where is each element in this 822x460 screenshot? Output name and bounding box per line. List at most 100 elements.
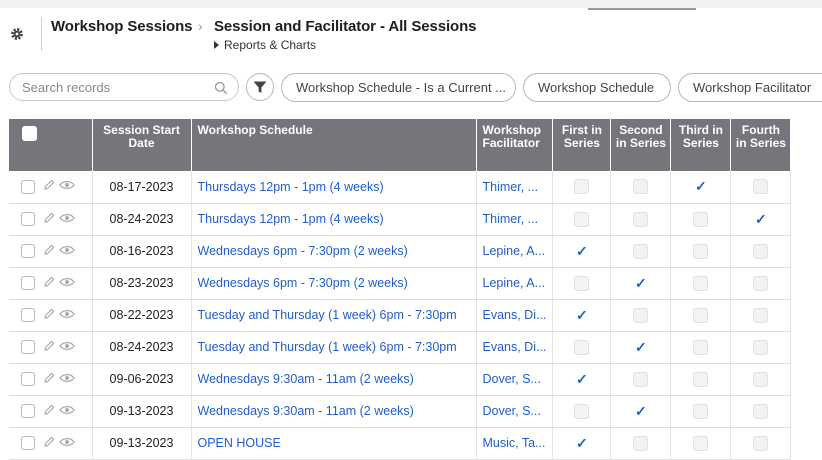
fourth-in-series-cell [730,235,792,268]
row-controls [9,171,93,204]
workshop-facilitator-link[interactable]: Thimer, ... [476,171,554,204]
second-in-series-cell [610,235,672,268]
eye-icon[interactable] [59,244,75,259]
row-select-checkbox[interactable] [21,244,35,259]
row-select-checkbox[interactable] [21,276,35,291]
search-box[interactable] [9,73,239,101]
third-in-series-cell [670,395,732,428]
eye-icon[interactable] [59,372,75,387]
eye-icon[interactable] [59,436,75,451]
row-select-checkbox[interactable] [21,340,35,355]
workshop-facilitator-link[interactable]: Evans, Di... [476,331,554,364]
workshop-schedule-link[interactable]: Thursdays 12pm - 1pm (4 weeks) [191,203,477,236]
third-in-series-cell [670,267,732,300]
pencil-icon[interactable] [43,179,55,194]
row-select-checkbox[interactable] [21,436,35,451]
pencil-icon[interactable] [43,372,55,387]
second-in-series-cell [610,427,672,460]
fourth-in-series-cell [730,267,792,300]
workshop-schedule-link[interactable]: OPEN HOUSE [191,427,477,460]
gear-icon[interactable] [9,26,25,42]
select-all-checkbox[interactable] [22,126,37,141]
col-workshop-schedule[interactable]: Workshop Schedule [191,119,477,171]
unchecked-box [574,339,590,355]
workshop-schedule-link[interactable]: Tuesday and Thursday (1 week) 6pm - 7:30… [191,299,477,332]
workshop-schedule-link[interactable]: Wednesdays 9:30am - 11am (2 weeks) [191,363,477,396]
filter-chip-workshop-facilitator[interactable]: Workshop Facilitator [678,73,822,102]
session-start-date: 08-17-2023 [92,171,192,204]
third-in-series-cell [670,427,732,460]
search-icon[interactable] [214,81,228,100]
eye-icon[interactable] [59,276,75,291]
unchecked-box [693,275,709,291]
workshop-schedule-link[interactable]: Wednesdays 6pm - 7:30pm (2 weeks) [191,267,477,300]
workshop-facilitator-link[interactable]: Lepine, A... [476,235,554,268]
workshop-schedule-link[interactable]: Wednesdays 6pm - 7:30pm (2 weeks) [191,235,477,268]
pencil-icon[interactable] [43,212,55,227]
select-all-cell [9,119,93,171]
filter-chip-workshop-schedule[interactable]: Workshop Schedule [523,73,671,102]
pencil-icon[interactable] [43,436,55,451]
row-controls [9,331,93,364]
unchecked-box [574,179,590,195]
col-second-in-series[interactable]: Second in Series [610,119,672,171]
pencil-icon[interactable] [43,244,55,259]
breadcrumb-root[interactable]: Workshop Sessions [51,18,193,35]
fourth-in-series-cell [730,331,792,364]
eye-icon[interactable] [59,308,75,323]
workshop-schedule-link[interactable]: Wednesdays 9:30am - 11am (2 weeks) [191,395,477,428]
checkmark-icon: ✓ [635,274,647,291]
pencil-icon[interactable] [43,404,55,419]
reports-charts-link[interactable]: Reports & Charts [214,38,316,52]
workshop-facilitator-link[interactable]: Thimer, ... [476,203,554,236]
workshop-facilitator-link[interactable]: Music, Ta... [476,427,554,460]
eye-icon[interactable] [59,404,75,419]
workshop-facilitator-link[interactable]: Dover, S... [476,395,554,428]
workshop-facilitator-link[interactable]: Dover, S... [476,363,554,396]
col-workshop-facilitator[interactable]: Workshop Facilitator [476,119,554,171]
row-select-checkbox[interactable] [21,212,35,227]
col-first-in-series[interactable]: First in Series [552,119,612,171]
session-start-date: 09-06-2023 [92,363,192,396]
workshop-facilitator-link[interactable]: Lepine, A... [476,267,554,300]
table-row: 09-13-2023 Wednesdays 9:30am - 11am (2 we… [9,395,792,428]
pencil-icon[interactable] [43,308,55,323]
workshop-facilitator-link[interactable]: Evans, Di... [476,299,554,332]
session-start-date: 08-24-2023 [92,331,192,364]
first-in-series-cell: ✓ [552,235,612,268]
unchecked-box [633,179,649,195]
unchecked-box [693,211,709,227]
workshop-schedule-link[interactable]: Tuesday and Thursday (1 week) 6pm - 7:30… [191,331,477,364]
col-third-in-series[interactable]: Third in Series [670,119,732,171]
row-select-checkbox[interactable] [21,308,35,323]
eye-icon[interactable] [59,340,75,355]
pencil-icon[interactable] [43,340,55,355]
row-select-checkbox[interactable] [21,372,35,387]
workshop-schedule-link[interactable]: Thursdays 12pm - 1pm (4 weeks) [191,171,477,204]
filter-chip-current-schedule[interactable]: Workshop Schedule - Is a Current ... [281,73,516,102]
first-in-series-cell: ✓ [552,363,612,396]
second-in-series-cell: ✓ [610,331,672,364]
eye-icon[interactable] [59,212,75,227]
unchecked-box [574,275,590,291]
pencil-icon[interactable] [43,276,55,291]
session-start-date: 08-16-2023 [92,235,192,268]
unchecked-box [693,339,709,355]
checkmark-icon: ✓ [635,338,647,355]
search-input[interactable] [22,78,207,96]
unchecked-box [633,371,649,387]
eye-icon[interactable] [59,179,75,194]
filter-button[interactable] [246,73,274,101]
checkmark-icon: ✓ [576,242,588,259]
second-in-series-cell: ✓ [610,395,672,428]
col-fourth-in-series[interactable]: Fourth in Series [730,119,792,171]
first-in-series-cell [552,171,612,204]
row-select-checkbox[interactable] [21,404,35,419]
unchecked-box [633,243,649,259]
col-session-start-date[interactable]: Session Start Date [92,119,192,171]
row-select-checkbox[interactable] [21,179,35,194]
first-in-series-cell [552,395,612,428]
unchecked-box [753,243,769,259]
unchecked-box [693,307,709,323]
session-start-date: 08-22-2023 [92,299,192,332]
